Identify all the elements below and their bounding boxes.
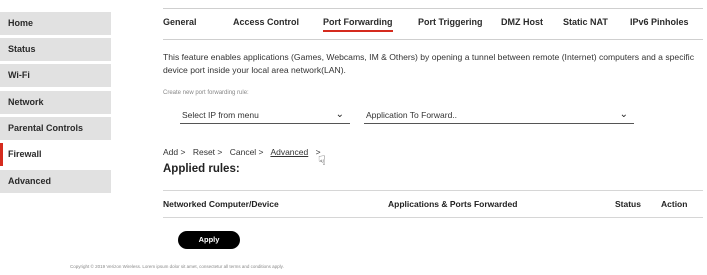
copyright-footer: Copyright © 2019 Verizon Wireless. Lorem…: [70, 264, 284, 269]
col-networked-device: Networked Computer/Device: [163, 199, 279, 209]
tab-general[interactable]: General: [163, 17, 197, 27]
tab-static-nat[interactable]: Static NAT: [563, 17, 608, 27]
apply-button[interactable]: Apply: [178, 231, 240, 249]
col-applications-ports: Applications & Ports Forwarded: [388, 199, 518, 209]
advanced-link[interactable]: Advanced: [270, 147, 308, 157]
add-button[interactable]: Add >: [163, 147, 185, 157]
cancel-button[interactable]: Cancel >: [230, 147, 264, 157]
hand-cursor-icon: ☟: [318, 153, 326, 168]
sidebar-item-advanced[interactable]: Advanced: [0, 170, 111, 193]
chevron-down-icon: ⌄: [335, 109, 344, 120]
select-ip-value: Select IP from menu: [182, 110, 259, 120]
col-action: Action: [661, 199, 688, 209]
feature-description: This feature enables applications (Games…: [163, 52, 695, 75]
sidebar-item-firewall[interactable]: Firewall: [0, 143, 111, 166]
sidebar-item-network[interactable]: Network: [0, 91, 111, 114]
rules-table-header: Networked Computer/Device Applications &…: [163, 190, 703, 218]
tab-port-forwarding[interactable]: Port Forwarding: [323, 17, 393, 32]
tab-dmz-host[interactable]: DMZ Host: [501, 17, 543, 27]
sidebar-item-home[interactable]: Home: [0, 12, 111, 35]
application-dropdown[interactable]: Application To Forward.. ⌄: [364, 106, 634, 124]
sidebar-item-wifi[interactable]: Wi-Fi: [0, 64, 111, 87]
applied-rules-title: Applied rules:: [163, 163, 240, 175]
reset-button[interactable]: Reset >: [193, 147, 223, 157]
rule-actions: Add > Reset > Cancel > Advanced >: [163, 147, 326, 157]
create-rule-label: Create new port forwarding rule:: [163, 90, 249, 96]
tab-port-triggering[interactable]: Port Triggering: [418, 17, 483, 27]
application-value: Application To Forward..: [366, 110, 458, 120]
main-content: General Access Control Port Forwarding P…: [163, 0, 703, 275]
tab-bar: General Access Control Port Forwarding P…: [163, 8, 703, 40]
sidebar-item-parental-controls[interactable]: Parental Controls: [0, 117, 111, 140]
select-ip-dropdown[interactable]: Select IP from menu ⌄: [180, 106, 350, 124]
sidebar-nav: Home Status Wi-Fi Network Parental Contr…: [0, 0, 111, 275]
chevron-down-icon: ⌄: [619, 109, 628, 120]
sidebar-item-status[interactable]: Status: [0, 38, 111, 61]
tab-ipv6-pinholes[interactable]: IPv6 Pinholes: [630, 17, 689, 27]
tab-access-control[interactable]: Access Control: [233, 17, 299, 27]
col-status: Status: [615, 199, 641, 209]
